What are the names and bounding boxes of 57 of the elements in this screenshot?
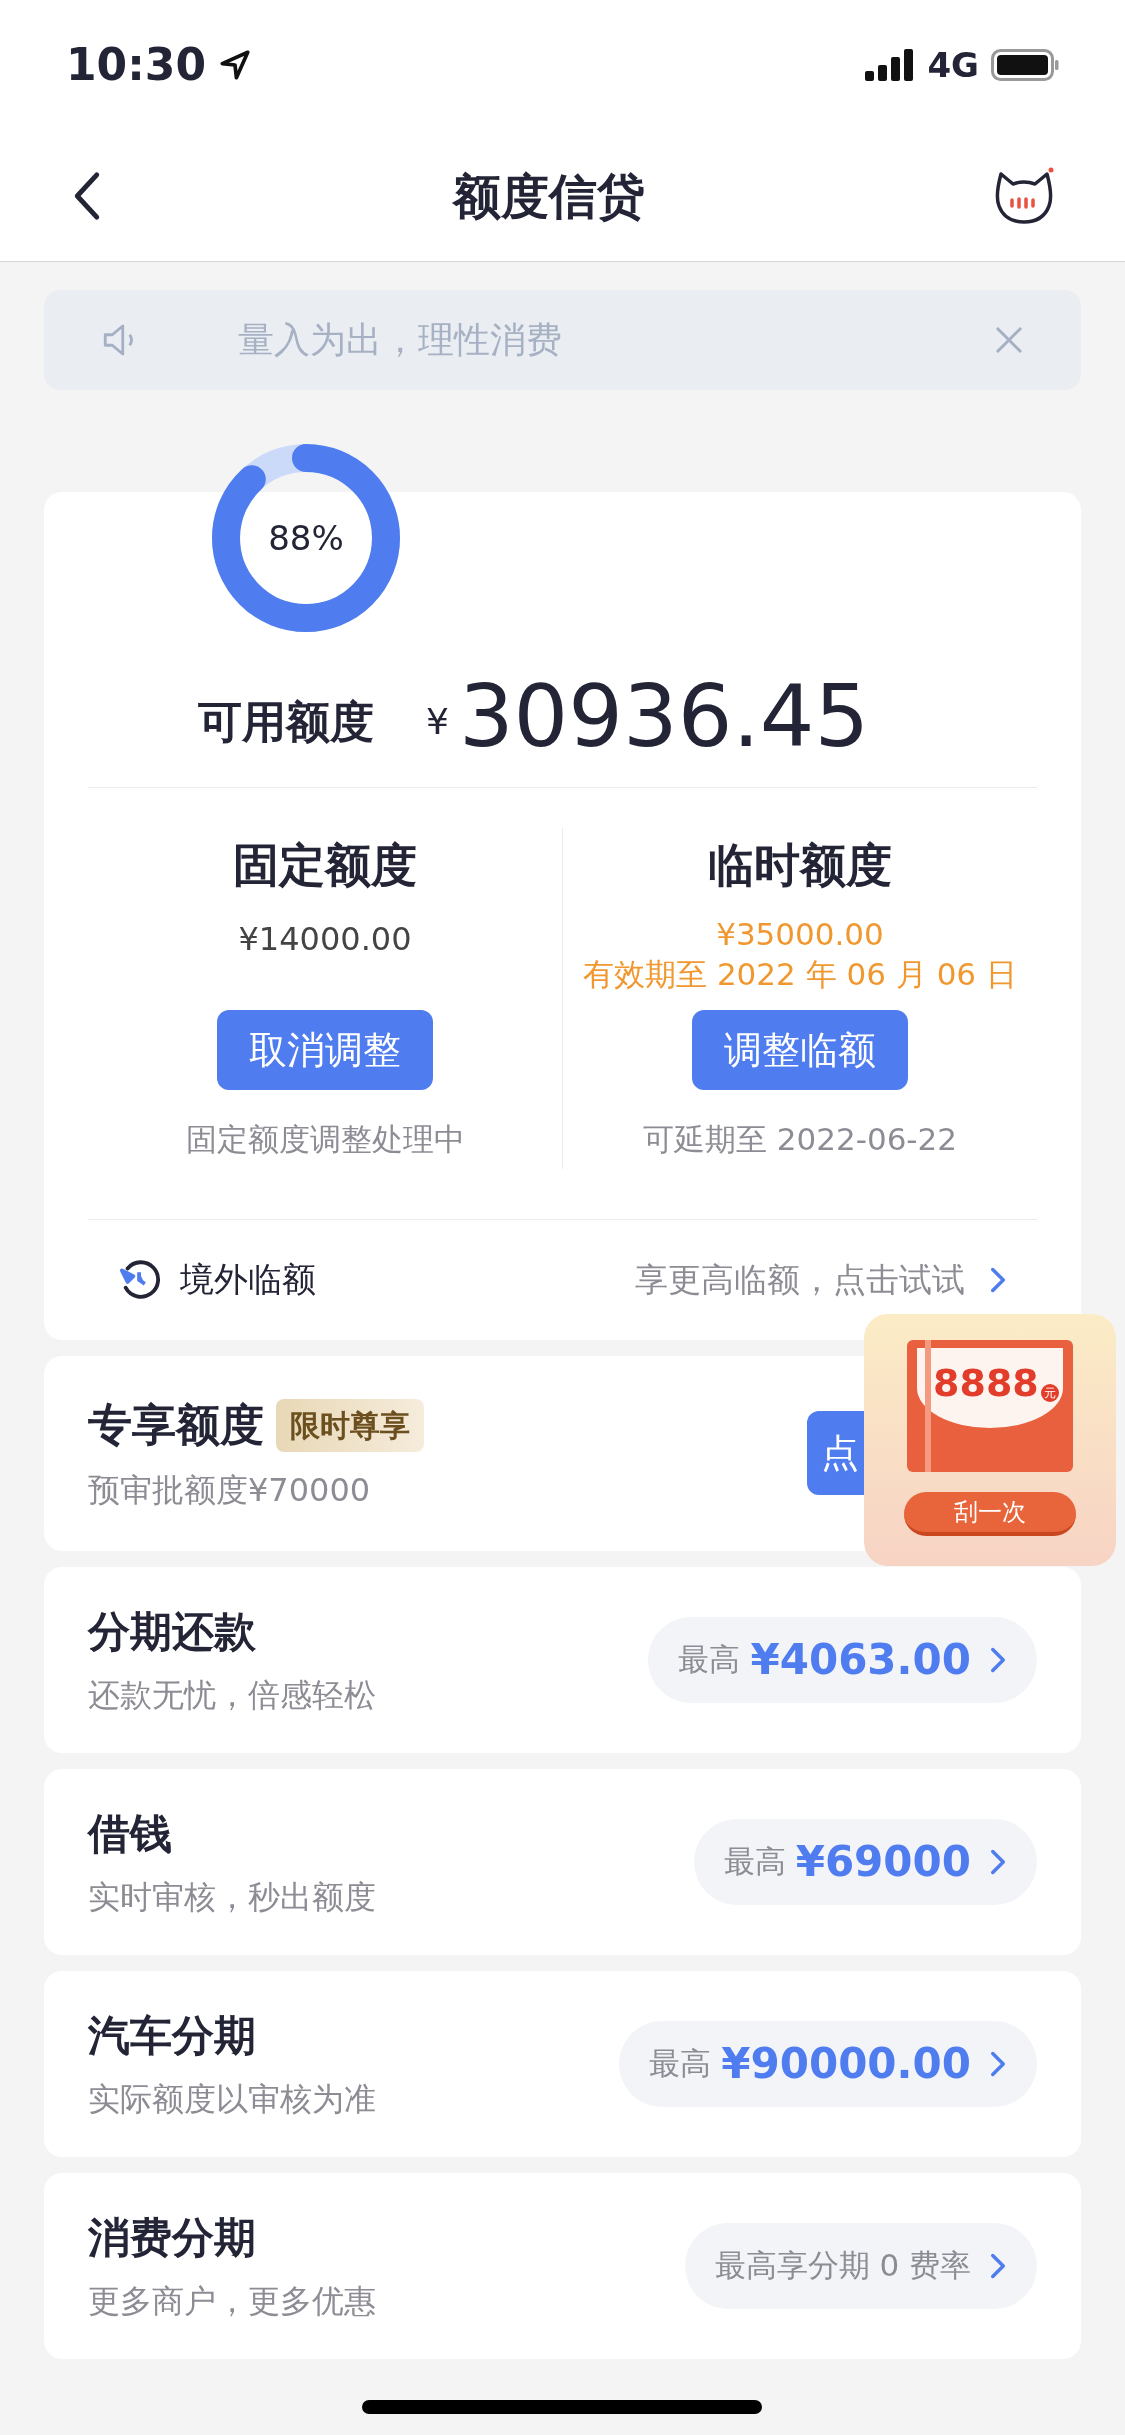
limit-pill[interactable]: 最高 ¥4063.00 bbox=[648, 1616, 1037, 1703]
product-subtitle: 更多商户，更多优惠 bbox=[88, 2281, 377, 2322]
available-label: 可用额度 bbox=[198, 695, 374, 749]
limit-prefix: 最高 bbox=[678, 1640, 741, 1680]
product-card[interactable]: 分期还款 还款无忧，倍感轻松 最高 ¥4063.00 bbox=[44, 1566, 1081, 1753]
limit-prefix: 最高 bbox=[723, 1842, 786, 1882]
product-subtitle: 实时审核，秒出额度 bbox=[88, 1877, 377, 1918]
scratch-button[interactable]: 刮一次 bbox=[904, 1492, 1076, 1536]
product-card[interactable]: 汽车分期 实际额度以审核为准 最高 ¥90000.00 bbox=[44, 1970, 1081, 2157]
product-card[interactable]: 借钱 实时审核，秒出额度 最高 ¥69000 bbox=[44, 1768, 1081, 1955]
battery-icon bbox=[991, 49, 1059, 81]
product-title: 消费分期 bbox=[88, 2212, 257, 2264]
product-subtitle: 实际额度以审核为准 bbox=[88, 2079, 377, 2120]
prize-amount: 8888 bbox=[933, 1364, 1039, 1402]
quota-amount: 有效期至 2022 年 06 月 06 日 bbox=[583, 955, 1017, 994]
quota-note: 可延期至 2022-06-22 bbox=[643, 1120, 957, 1159]
product-title: 借钱 bbox=[88, 1808, 173, 1860]
chevron-right-icon bbox=[989, 1847, 1007, 1876]
chevron-right-icon bbox=[989, 2049, 1007, 2078]
quota-button[interactable]: 取消调整 bbox=[217, 1010, 433, 1090]
available-amount: 30936.45 bbox=[458, 673, 870, 759]
scratch-card-popup[interactable]: 8888 元 刮一次 bbox=[864, 1314, 1116, 1566]
quota-amount: ¥35000.00 bbox=[716, 915, 884, 954]
limit-pill[interactable]: 最高 ¥90000.00 bbox=[619, 2020, 1037, 2107]
location-arrow-icon bbox=[218, 48, 253, 82]
quota-amount: ¥14000.00 bbox=[238, 919, 412, 960]
cat-icon[interactable] bbox=[993, 165, 1055, 226]
quota-title: 固定额度 bbox=[233, 842, 417, 888]
quota-title: 临时额度 bbox=[708, 842, 892, 888]
product-title: 分期还款 bbox=[88, 1606, 257, 1658]
limit-amount: ¥90000.00 bbox=[721, 2038, 971, 2090]
ring-percent: 88% bbox=[268, 521, 344, 555]
quota-button[interactable]: 调整临额 bbox=[692, 1010, 908, 1090]
product-subtitle: 还款无忧，倍感轻松 bbox=[88, 1675, 377, 1716]
page-title: 额度信贷 bbox=[452, 166, 645, 226]
limit-pill[interactable]: 最高享分期 0 费率 bbox=[684, 2222, 1037, 2309]
limited-tag: 限时尊享 bbox=[276, 1398, 424, 1452]
overseas-hint[interactable]: 享更高临额，点击试试 bbox=[635, 1254, 965, 1305]
currency-sign: ¥ bbox=[426, 700, 449, 744]
exclusive-title: 专享额度 bbox=[88, 1398, 264, 1452]
product-title: 汽车分期 bbox=[88, 2010, 257, 2062]
limit-prefix: 最高 bbox=[649, 2044, 712, 2084]
limit-pill[interactable]: 最高 ¥69000 bbox=[693, 1818, 1037, 1905]
chevron-right-icon bbox=[989, 1265, 1007, 1294]
limit-prefix: 最高享分期 0 费率 bbox=[714, 2246, 971, 2286]
status-time: 10:30 bbox=[66, 38, 207, 92]
network-label: 4G bbox=[927, 43, 979, 87]
chevron-right-icon bbox=[989, 1645, 1007, 1674]
exclusive-subtitle: 预审批额度¥70000 bbox=[88, 1470, 372, 1511]
limit-amount: ¥4063.00 bbox=[750, 1634, 971, 1686]
quota-note: 固定额度调整处理中 bbox=[185, 1120, 465, 1159]
notice-text: 量入为出，理性消费 bbox=[238, 318, 563, 362]
chevron-right-icon bbox=[989, 2251, 1007, 2280]
limit-amount: ¥69000 bbox=[795, 1836, 971, 1888]
product-card[interactable]: 消费分期 更多商户，更多优惠 最高享分期 0 费率 bbox=[44, 2172, 1081, 2359]
signal-icon bbox=[865, 49, 916, 81]
overseas-label[interactable]: 境外临额 bbox=[180, 1254, 635, 1305]
